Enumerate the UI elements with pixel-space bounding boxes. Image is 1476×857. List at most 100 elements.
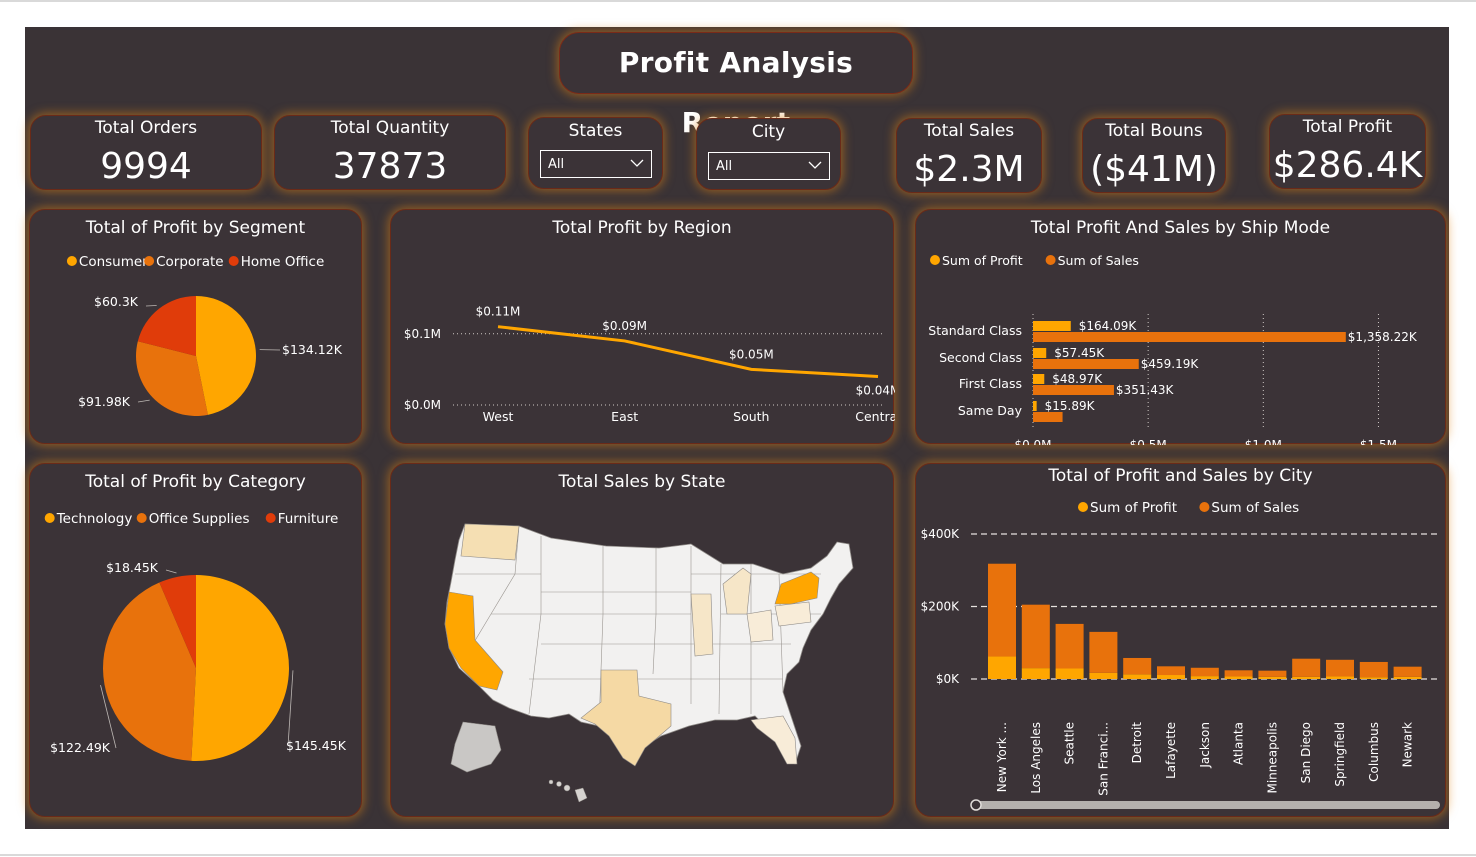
data-label: $134.12K (282, 342, 343, 357)
legend-label: Office Supplies (149, 511, 250, 527)
city-dropdown-value: All (716, 159, 733, 174)
sales-bar (1089, 631, 1118, 673)
state-pennsylvania (774, 601, 812, 627)
profit-bar (1033, 401, 1037, 411)
x-tick-label: Springfield (1333, 722, 1347, 787)
leader-line (165, 569, 177, 574)
city-dropdown[interactable]: All (708, 152, 830, 180)
profit-bar (1089, 672, 1118, 679)
region-line-visual[interactable]: Total Profit by Region $0.0M $0.1M West $0.… (390, 209, 895, 444)
legend-label: Sum of Profit (942, 253, 1023, 268)
kpi-total-quantity[interactable]: Total Quantity 37873 (274, 115, 506, 190)
states-dropdown[interactable]: All (540, 150, 652, 178)
kpi-total-bonus[interactable]: Total Bouns ($41M) (1082, 118, 1226, 193)
kpi-total-sales[interactable]: Total Sales $2.3M (896, 118, 1042, 193)
slicer-city: City All (696, 118, 841, 190)
sales-bar (1292, 658, 1321, 677)
y-tick-label: Same Day (958, 403, 1023, 418)
slicer-label: States (568, 121, 623, 141)
shipmode-bar-visual[interactable]: Total Profit And Sales by Ship Mode Sum … (915, 209, 1446, 445)
profit-bar (1123, 674, 1152, 679)
data-label: $122.49K (50, 740, 111, 755)
sales-bar (1033, 412, 1063, 422)
report-title-card: Profit Analysis Report (559, 32, 913, 139)
sales-bar (1359, 661, 1388, 678)
y-tick-label: $0.1M (404, 327, 441, 341)
chevron-down-icon (630, 159, 644, 167)
legend-marker (136, 513, 147, 523)
x-tick-label: $1.0M (1245, 438, 1282, 445)
x-tick-label: South (733, 409, 769, 424)
slicer-states: States All (528, 117, 663, 189)
sales-bar (988, 563, 1016, 657)
profit-bar (1258, 676, 1287, 679)
x-tick-label: San Franci... (1096, 722, 1110, 796)
state-ohio (746, 609, 774, 643)
profit-bar (1021, 668, 1050, 679)
sales-bar (1033, 332, 1346, 342)
data-label: $351.43K (1116, 383, 1175, 397)
x-tick-label: $1.5M (1360, 438, 1397, 445)
bottom-border-line (0, 854, 1476, 856)
data-label: $0.11M (476, 305, 521, 319)
data-label: $15.89K (1045, 399, 1096, 413)
pie-slice (196, 296, 257, 415)
kpi-value: 9994 (100, 146, 192, 187)
category-pie-chart: Technology Office Supplies Furniture $145.4… (44, 511, 347, 761)
legend-marker (265, 513, 276, 523)
kpi-label: Total Quantity (330, 118, 450, 138)
category-pie-visual[interactable]: Total of Profit by Category Technology Of… (29, 463, 362, 817)
pie-slice (191, 575, 290, 761)
kpi-value: ($41M) (1090, 149, 1218, 190)
sales-bar (1393, 666, 1422, 677)
y-tick-label: $200K (921, 600, 961, 614)
legend-label: Home Office (241, 254, 325, 270)
x-tick-label: West (483, 409, 514, 424)
chevron-down-icon (808, 161, 822, 169)
data-label: $145.45K (286, 738, 347, 753)
city-bar-visual[interactable]: Total of Profit and Sales by City Sum of… (915, 463, 1446, 817)
kpi-total-orders[interactable]: Total Orders 9994 (30, 115, 262, 190)
state-hawaii (548, 779, 588, 803)
sales-bar (1258, 670, 1287, 677)
data-label: $0.04M (856, 384, 895, 398)
sales-bar (1190, 667, 1219, 677)
state-map-visual[interactable]: Total Sales by State (390, 463, 894, 817)
profit-bar (988, 656, 1016, 679)
x-tick-label: Detroit (1130, 722, 1144, 764)
data-label: $164.09K (1079, 319, 1138, 333)
kpi-value: $286.4K (1272, 145, 1423, 186)
top-border-line (0, 0, 1476, 2)
kpi-label: Total Bouns (1105, 121, 1203, 141)
kpi-total-profit[interactable]: Total Profit $286.4K (1269, 114, 1426, 189)
data-label: $0.05M (729, 347, 774, 361)
segment-pie-chart: Consumer Corporate Home Office $134.12K $91.… (66, 254, 343, 416)
leader-line (137, 399, 150, 403)
y-tick-label: Standard Class (928, 323, 1022, 338)
kpi-label: Total Sales (923, 121, 1015, 141)
leader-line (145, 305, 157, 307)
leader-line (287, 670, 294, 747)
data-label: $57.45K (1054, 346, 1105, 360)
legend-marker (144, 256, 155, 266)
us-map (444, 523, 854, 803)
legend-label: Sum of Sales (1211, 500, 1299, 516)
legend-marker (44, 513, 55, 523)
state-washington (460, 523, 520, 561)
kpi-value: 37873 (332, 146, 448, 187)
legend-marker (66, 256, 77, 266)
shipmode-bar-chart: Sum of Profit Sum of Sales $0.0M $0.5M $1.0M… (928, 253, 1418, 445)
segment-pie-visual[interactable]: Total of Profit by Segment Consumer Corpo… (29, 209, 362, 444)
legend-marker (1078, 502, 1088, 512)
profit-bar (1393, 676, 1422, 679)
horizontal-scrollbar (972, 801, 1440, 809)
x-tick-label: East (611, 409, 638, 424)
data-label: $459.19K (1141, 357, 1200, 371)
data-label: $60.3K (94, 294, 139, 309)
legend-marker (1199, 502, 1210, 512)
profit-bar (1055, 668, 1084, 679)
legend-label: Technology (56, 511, 133, 527)
y-tick-label: $400K (921, 527, 961, 541)
data-label: $48.97K (1052, 372, 1103, 386)
sales-bar (1055, 623, 1084, 669)
